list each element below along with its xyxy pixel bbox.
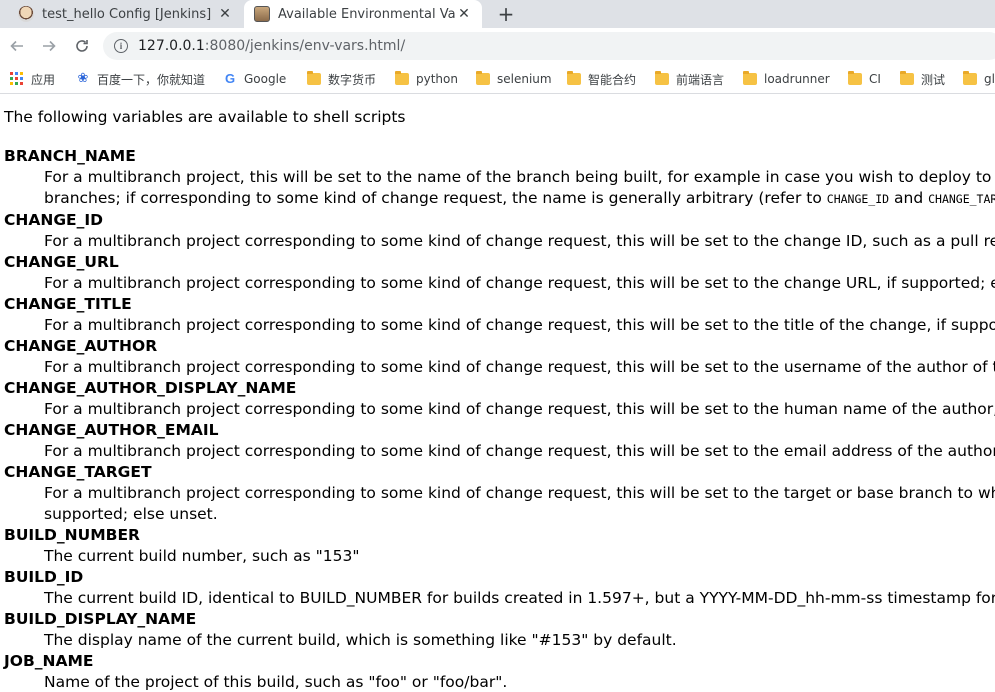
- var-name: CHANGE_AUTHOR_DISPLAY_NAME: [4, 379, 297, 397]
- desc-text: For a multibranch project corresponding …: [44, 484, 995, 502]
- var-name: CHANGE_URL: [4, 253, 119, 271]
- desc-text: and: [889, 189, 929, 207]
- bookmark-folder-test[interactable]: 测试: [900, 70, 945, 88]
- var-name: CHANGE_AUTHOR_EMAIL: [4, 421, 219, 439]
- url-path: :8080/jenkins/env-vars.html/: [204, 38, 406, 54]
- folder-icon: [655, 71, 669, 85]
- desc-text: branches; if corresponding to some kind …: [44, 189, 827, 207]
- var-description: For a multibranch project corresponding …: [44, 483, 995, 525]
- var-description: Name of the project of this build, such …: [44, 673, 508, 691]
- bookmark-folder-frontend[interactable]: 前端语言: [655, 70, 724, 88]
- var-name: JOB_NAME: [4, 652, 94, 670]
- page-content: The following variables are available to…: [0, 94, 995, 692]
- bookmark-label: CI: [869, 72, 881, 86]
- folder-icon: [963, 71, 977, 85]
- bookmark-label: 百度一下，你就知道: [97, 72, 206, 87]
- back-button[interactable]: [5, 34, 29, 58]
- bookmark-folder-loadrunner[interactable]: loadrunner: [743, 70, 830, 88]
- folder-icon: [848, 71, 862, 85]
- var-description: The current build ID, identical to BUILD…: [44, 589, 995, 607]
- tab-title: Available Environmental Variables: [278, 6, 456, 22]
- url-host: 127.0.0.1: [138, 38, 205, 54]
- bookmark-label: 测试: [921, 72, 946, 87]
- bookmark-google[interactable]: G Google: [223, 70, 286, 88]
- new-tab-button[interactable]: +: [494, 2, 518, 26]
- bookmark-label: 前端语言: [676, 72, 725, 87]
- desc-text: supported; else unset.: [44, 505, 218, 523]
- folder-icon: [567, 71, 581, 85]
- bookmark-folder-python[interactable]: python: [395, 70, 458, 88]
- jenkins-favicon-icon: [18, 6, 34, 22]
- env-var-list: BRANCH_NAME For a multibranch project, t…: [0, 146, 995, 692]
- bookmark-folder-selenium[interactable]: selenium: [476, 70, 552, 88]
- tab-env-vars[interactable]: Available Environmental Variables ✕: [244, 0, 482, 28]
- bookmark-folder-ci[interactable]: CI: [848, 70, 881, 88]
- baidu-paw-icon: ❀: [77, 71, 89, 86]
- desc-text: For a multibranch project, this will be …: [44, 168, 995, 186]
- bookmark-apps[interactable]: 应用: [10, 70, 55, 88]
- page-intro: The following variables are available to…: [4, 108, 406, 126]
- tab-strip: test_hello Config [Jenkins] ✕ Available …: [0, 0, 995, 28]
- google-icon: G: [224, 71, 236, 86]
- bookmark-folder-smart-contract[interactable]: 智能合约: [567, 70, 636, 88]
- close-tab-icon[interactable]: ✕: [456, 6, 472, 22]
- browser-toolbar: i 127.0.0.1:8080/jenkins/env-vars.html/: [0, 28, 995, 64]
- var-name: BUILD_NUMBER: [4, 526, 140, 544]
- var-description: For a multibranch project corresponding …: [44, 400, 995, 418]
- address-bar[interactable]: i 127.0.0.1:8080/jenkins/env-vars.html/: [103, 32, 995, 60]
- bookmark-label: loadrunner: [764, 72, 830, 86]
- folder-icon: [395, 71, 409, 85]
- var-description: The current build number, such as "153": [44, 547, 360, 565]
- folder-icon: [743, 71, 757, 85]
- jenkins-favicon-icon: [254, 6, 270, 22]
- folder-icon: [476, 71, 490, 85]
- var-name: BUILD_ID: [4, 568, 84, 586]
- bookmark-folder-gl[interactable]: gl: [963, 70, 995, 88]
- bookmarks-bar: 应用 ❀ 百度一下，你就知道 G Google 数字货币 python sele…: [0, 64, 995, 94]
- bookmark-folder-crypto[interactable]: 数字货币: [307, 70, 376, 88]
- var-description: For a multibranch project, this will be …: [44, 167, 995, 210]
- apps-grid-icon: [10, 72, 24, 86]
- close-tab-icon[interactable]: ✕: [217, 6, 233, 22]
- var-name: CHANGE_ID: [4, 211, 104, 229]
- bookmark-baidu[interactable]: ❀ 百度一下，你就知道: [76, 70, 205, 88]
- var-description: For a multibranch project corresponding …: [44, 358, 995, 376]
- bookmark-label: 智能合约: [588, 72, 637, 87]
- bookmark-label: 应用: [31, 72, 56, 87]
- bookmark-label: gl: [984, 72, 995, 86]
- var-description: The display name of the current build, w…: [44, 631, 677, 649]
- bookmark-label: 数字货币: [328, 72, 377, 87]
- bookmark-label: python: [416, 72, 458, 86]
- info-icon[interactable]: i: [114, 39, 128, 53]
- folder-icon: [900, 71, 914, 85]
- tab-jenkins-config[interactable]: test_hello Config [Jenkins] ✕: [8, 0, 243, 28]
- var-description: For a multibranch project corresponding …: [44, 316, 995, 334]
- var-name: CHANGE_AUTHOR: [4, 337, 158, 355]
- bookmark-label: selenium: [497, 72, 552, 86]
- var-description: For a multibranch project corresponding …: [44, 232, 995, 250]
- folder-icon: [307, 71, 321, 85]
- var-name: CHANGE_TITLE: [4, 295, 132, 313]
- bookmark-label: Google: [244, 72, 287, 86]
- arrow-right-icon: [43, 40, 56, 52]
- var-description: For a multibranch project corresponding …: [44, 274, 995, 292]
- code-ref: CHANGE_TARGET: [928, 192, 995, 206]
- var-description: For a multibranch project corresponding …: [44, 442, 995, 460]
- arrow-left-icon: [10, 40, 23, 52]
- reload-icon: [76, 40, 88, 52]
- var-name: BRANCH_NAME: [4, 147, 136, 165]
- var-name: CHANGE_TARGET: [4, 463, 152, 481]
- tab-title: test_hello Config [Jenkins]: [42, 6, 212, 22]
- reload-button[interactable]: [70, 34, 94, 58]
- code-ref: CHANGE_ID: [826, 192, 890, 206]
- forward-button[interactable]: [37, 34, 61, 58]
- var-name: BUILD_DISPLAY_NAME: [4, 610, 197, 628]
